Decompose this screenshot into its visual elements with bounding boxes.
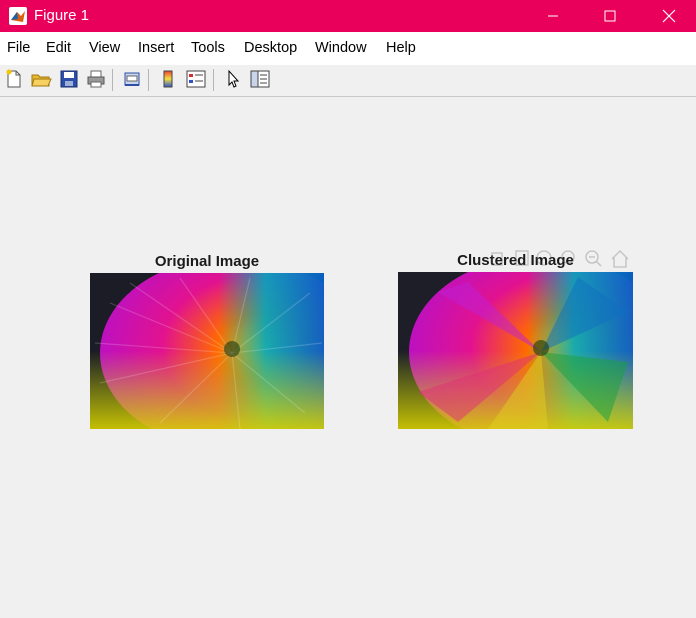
- colorbar-icon[interactable]: [157, 68, 179, 90]
- axes-toolbar: [490, 248, 630, 270]
- close-button[interactable]: [646, 0, 692, 32]
- home-icon[interactable]: [611, 250, 629, 268]
- menu-tools[interactable]: Tools: [191, 40, 225, 56]
- print-icon[interactable]: [85, 68, 107, 90]
- menu-file[interactable]: File: [7, 40, 30, 56]
- figure-toolbar: [0, 65, 696, 97]
- zoom-in-icon[interactable]: [561, 250, 575, 264]
- data-cursor-icon[interactable]: [491, 252, 503, 266]
- print-preview-icon[interactable]: [121, 68, 143, 90]
- save-icon[interactable]: [58, 68, 80, 90]
- original-image: [90, 273, 324, 429]
- legend-icon[interactable]: [185, 68, 207, 90]
- menu-bar: File Edit View Insert Tools Desktop Wind…: [0, 32, 696, 83]
- toolbar-separator: [148, 69, 149, 91]
- pan-icon[interactable]: [536, 250, 552, 266]
- maximize-button[interactable]: [587, 0, 633, 32]
- menu-edit[interactable]: Edit: [46, 40, 71, 56]
- toolbar-separator: [112, 69, 113, 91]
- pointer-icon[interactable]: [222, 68, 244, 90]
- zoom-out-icon[interactable]: [585, 250, 602, 267]
- menu-desktop[interactable]: Desktop: [244, 40, 297, 56]
- title-bar: Figure 1: [0, 0, 696, 32]
- matlab-logo-icon: [9, 7, 27, 25]
- open-icon[interactable]: [30, 68, 52, 90]
- new-figure-icon[interactable]: [3, 68, 25, 90]
- property-inspector-icon[interactable]: [249, 68, 271, 90]
- brush-icon[interactable]: [515, 250, 529, 266]
- minimize-button[interactable]: [530, 0, 576, 32]
- clustered-image: [398, 272, 633, 429]
- window-title: Figure 1: [34, 7, 90, 24]
- menu-window[interactable]: Window: [315, 40, 367, 56]
- original-image-title: Original Image: [154, 253, 260, 270]
- menu-view[interactable]: View: [89, 40, 120, 56]
- menu-help[interactable]: Help: [386, 40, 416, 56]
- menu-insert[interactable]: Insert: [138, 40, 174, 56]
- toolbar-separator: [213, 69, 214, 91]
